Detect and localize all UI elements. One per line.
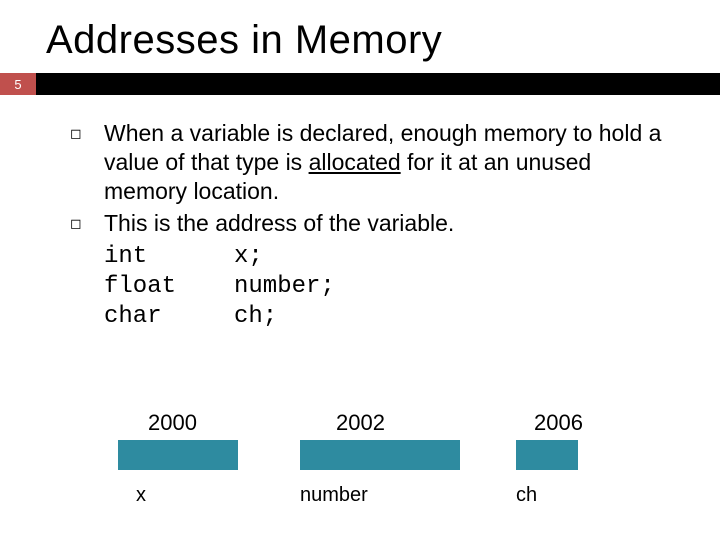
memory-box: [118, 440, 238, 470]
bullet-marker-icon: ◻: [70, 209, 104, 238]
slide: Addresses in Memory 5 ◻ When a variable …: [0, 0, 720, 540]
code-block: int x; float number; char ch;: [104, 242, 680, 332]
code-line: int x;: [104, 242, 680, 272]
memory-box: [300, 440, 460, 470]
variable-label: number: [300, 484, 516, 507]
bullet-marker-icon: ◻: [70, 119, 104, 205]
code-type: int: [104, 242, 234, 272]
variable-label: ch: [516, 484, 646, 507]
slide-title: Addresses in Memory: [0, 0, 720, 73]
address-label: 2006: [516, 410, 646, 436]
variable-labels-row: x number ch: [118, 484, 658, 507]
memory-boxes-row: [118, 440, 658, 470]
memory-diagram: 2000 2002 2006 x number ch: [118, 410, 658, 507]
content-area: ◻ When a variable is declared, enough me…: [0, 95, 720, 332]
code-rest: x;: [234, 242, 263, 272]
code-type: float: [104, 272, 234, 302]
divider-bar: [36, 73, 720, 95]
code-rest: ch;: [234, 302, 277, 332]
bullet-item: ◻ This is the address of the variable.: [70, 209, 680, 238]
divider: 5: [0, 73, 720, 95]
bullet-text-pre: This is the address of the variable.: [104, 210, 454, 236]
code-type: char: [104, 302, 234, 332]
variable-label: x: [118, 484, 300, 507]
code-rest: number;: [234, 272, 335, 302]
bullet-text: This is the address of the variable.: [104, 209, 454, 238]
bullet-text: When a variable is declared, enough memo…: [104, 119, 680, 205]
address-label: 2002: [300, 410, 516, 436]
code-line: float number;: [104, 272, 680, 302]
code-line: char ch;: [104, 302, 680, 332]
memory-box: [516, 440, 578, 470]
bullet-text-underlined: allocated: [309, 149, 401, 175]
address-label: 2000: [118, 410, 300, 436]
address-labels-row: 2000 2002 2006: [118, 410, 658, 436]
page-number-badge: 5: [0, 73, 36, 95]
bullet-item: ◻ When a variable is declared, enough me…: [70, 119, 680, 205]
